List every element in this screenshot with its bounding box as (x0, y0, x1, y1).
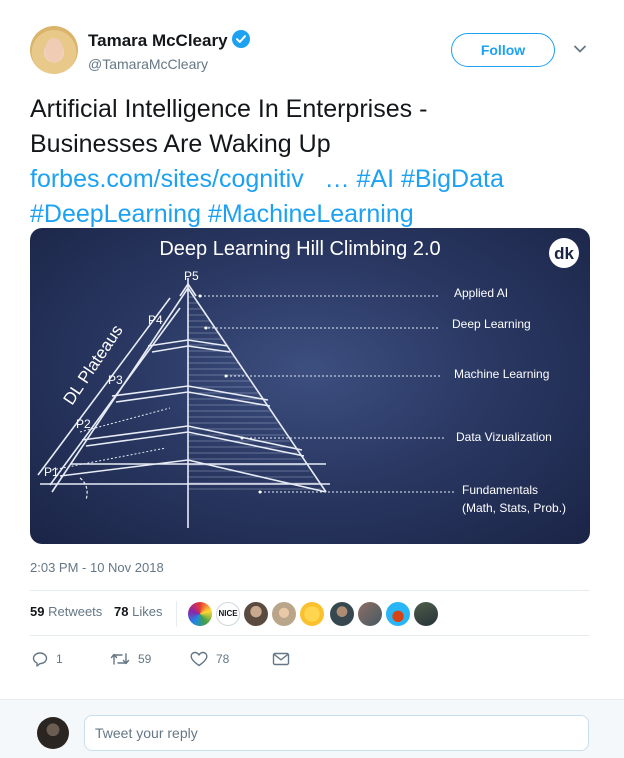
level-applied-ai: Applied AI (454, 286, 508, 300)
level-data-vizualization: Data Vizualization (456, 430, 552, 444)
author-name-row[interactable]: Tamara McCleary (88, 30, 250, 51)
liker-avatar[interactable] (358, 602, 382, 626)
tweet-text-line2: Businesses Are Waking Up (30, 130, 331, 158)
reply-action[interactable]: 1 (32, 648, 63, 670)
liker-avatar[interactable] (330, 602, 354, 626)
level-deep-learning: Deep Learning (452, 317, 531, 331)
hashtag-machinelearning[interactable]: #MachineLearning (208, 200, 414, 228)
point-label-p3: P3 (108, 373, 123, 387)
hashtag-deeplearning[interactable]: #DeepLearning (30, 200, 201, 228)
liker-avatar[interactable] (414, 602, 438, 626)
author-handle[interactable]: @TamaraMcCleary (88, 56, 208, 72)
tweet-actions: 1 59 78 (30, 648, 590, 672)
likes-stat[interactable]: 78 Likes (114, 604, 162, 619)
liker-avatar[interactable] (244, 602, 268, 626)
pyramid-diagram: Deep Learning Hill Climbing 2.0 dk P5 P4… (37, 238, 579, 528)
retweet-count: 59 (138, 652, 152, 666)
point-label-p4: P4 (148, 313, 163, 327)
like-icon (190, 651, 208, 667)
dk-logo-text: dk (554, 244, 574, 263)
retweets-stat[interactable]: 59 Retweets (30, 604, 102, 619)
stats-divider (176, 601, 177, 627)
liker-avatar[interactable] (272, 602, 296, 626)
liker-avatar[interactable] (386, 602, 410, 626)
liker-avatar[interactable] (300, 602, 324, 626)
tweet-media-image[interactable]: Deep Learning Hill Climbing 2.0 dk P5 P4… (30, 228, 590, 544)
chevron-down-icon[interactable] (573, 42, 587, 56)
point-label-p2: P2 (76, 417, 91, 431)
point-label-p5: P5 (184, 269, 199, 283)
level-fundamentals: Fundamentals (462, 483, 538, 497)
tweet-text: Artificial Intelligence In Enterprises -… (30, 92, 600, 232)
media-title: Deep Learning Hill Climbing 2.0 (159, 238, 440, 260)
current-user-avatar[interactable] (37, 717, 69, 749)
reply-input[interactable] (84, 715, 589, 751)
reply-count: 1 (56, 652, 63, 666)
retweet-icon (110, 653, 130, 665)
pyramid-outline (37, 278, 330, 528)
tweet-link[interactable]: forbes.com/sites/cognitiv (30, 165, 304, 193)
author-name[interactable]: Tamara McCleary (88, 31, 228, 50)
hashtag-bigdata[interactable]: #BigData (401, 165, 504, 193)
dm-action[interactable] (272, 648, 290, 670)
retweets-count: 59 (30, 604, 45, 619)
tweet-header: Tamara McCleary @TamaraMcCleary Follow (30, 26, 600, 78)
retweets-label: Retweets (48, 604, 103, 619)
verified-badge-icon (231, 30, 250, 48)
retweet-action[interactable]: 59 (110, 648, 151, 670)
like-action[interactable]: 78 (190, 648, 229, 670)
likes-label: Likes (132, 604, 163, 619)
engagement-stats: 59 Retweets 78 Likes NICE (30, 590, 590, 636)
hashtag-ai[interactable]: #AI (357, 165, 395, 193)
reply-composer (0, 699, 624, 758)
dm-icon (272, 652, 290, 666)
author-avatar[interactable] (30, 26, 78, 74)
level-machine-learning: Machine Learning (454, 367, 549, 381)
likes-count: 78 (114, 604, 129, 619)
point-label-p1: P1 (44, 465, 59, 479)
liker-avatar[interactable]: NICE (216, 602, 240, 626)
reply-icon (32, 652, 48, 667)
nice-badge-text: NICE (218, 609, 238, 618)
level-fundamentals-sub: (Math, Stats, Prob.) (462, 501, 566, 515)
liker-avatar[interactable] (188, 602, 212, 626)
tweet-timestamp[interactable]: 2:03 PM - 10 Nov 2018 (30, 560, 164, 575)
like-count: 78 (216, 652, 230, 666)
follow-button[interactable]: Follow (451, 33, 555, 67)
tweet-text-line1: Artificial Intelligence In Enterprises - (30, 95, 428, 123)
link-ellipsis[interactable]: … (325, 165, 350, 193)
